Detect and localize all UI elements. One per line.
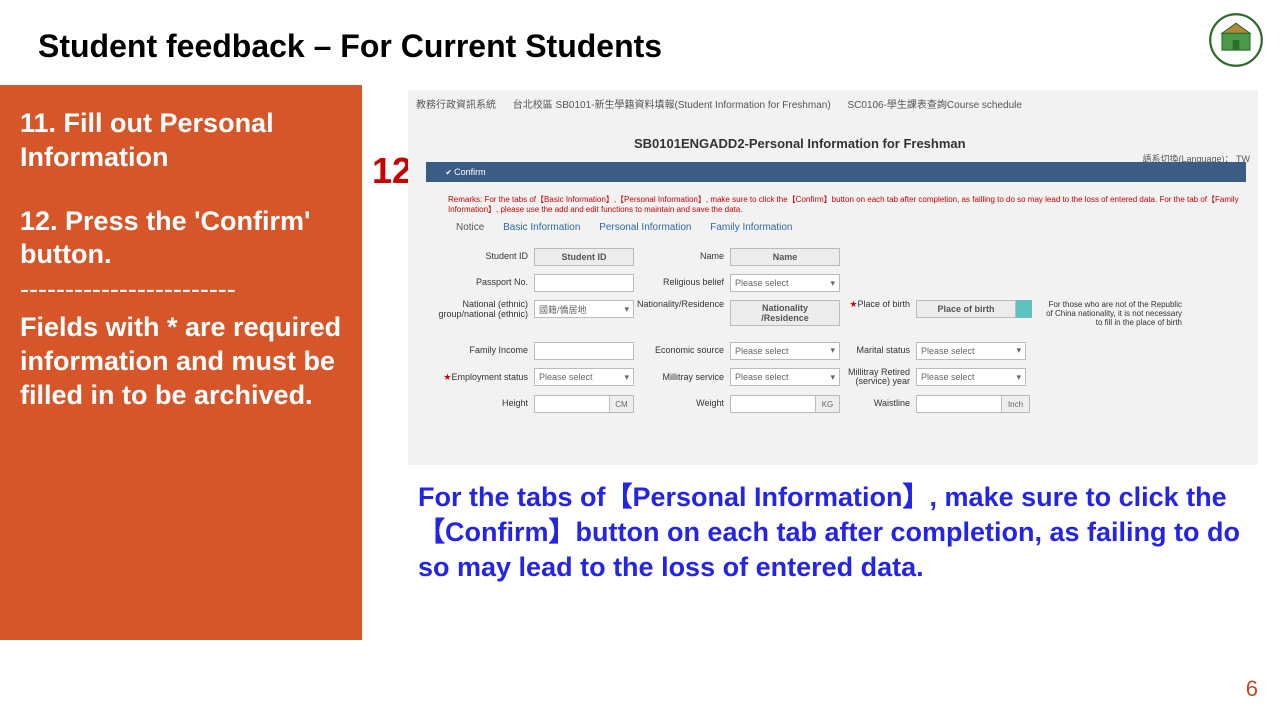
step-12-text: 12. Press the 'Confirm' button. bbox=[20, 205, 342, 273]
field-student-id: Student ID bbox=[534, 248, 634, 266]
slide: Student feedback – For Current Students … bbox=[0, 0, 1280, 720]
remarks-text: Remarks: For the tabs of【Basic Informati… bbox=[448, 195, 1248, 216]
label-height: Height bbox=[438, 399, 528, 409]
label-nat-res: Nationality/Residence bbox=[634, 300, 724, 310]
label-ethnic: National (ethnic) group/national (ethnic… bbox=[438, 300, 528, 320]
form-area: Student ID Student ID Name Name Passport… bbox=[438, 248, 1248, 421]
tab-family-information[interactable]: Family Information bbox=[710, 222, 792, 233]
unit-cm: CM bbox=[610, 395, 634, 413]
instruction-paragraph: For the tabs of【Personal Information】, m… bbox=[418, 480, 1243, 585]
label-place-of-birth: ★Place of birth bbox=[840, 300, 910, 310]
select-military-retired[interactable]: Please select bbox=[916, 368, 1026, 386]
divider-dashes: ------------------------ bbox=[20, 274, 342, 305]
instruction-sidebar: 11. Fill out Personal Information 12. Pr… bbox=[0, 85, 362, 640]
confirm-button[interactable]: Confirm bbox=[438, 164, 493, 180]
label-religion: Religious belief bbox=[634, 278, 724, 288]
field-family-income[interactable] bbox=[534, 342, 634, 360]
field-place-of-birth[interactable]: Place of birth bbox=[916, 300, 1016, 318]
tab-notice[interactable]: Notice bbox=[456, 222, 484, 233]
field-waistline[interactable] bbox=[916, 395, 1002, 413]
select-ethnic[interactable]: 國籍/僑居地 bbox=[534, 300, 634, 318]
field-nat-res: Nationality /Residence bbox=[730, 300, 840, 326]
label-military-retired: Millitray Retired (service) year bbox=[840, 368, 910, 388]
breadcrumb-mid: 台北校區 SB0101-新生學籍資料填報(Student Information… bbox=[513, 100, 831, 111]
breadcrumb-system: 教務行政資訊系統 bbox=[416, 100, 496, 111]
breadcrumb-right: SC0106-學生課表查詢Course schedule bbox=[847, 100, 1022, 111]
select-marital[interactable]: Please select bbox=[916, 342, 1026, 360]
label-economic-source: Economic source bbox=[634, 346, 724, 356]
label-student-id: Student ID bbox=[438, 252, 528, 262]
label-passport: Passport No. bbox=[438, 278, 528, 288]
university-logo bbox=[1208, 12, 1264, 68]
tab-personal-information[interactable]: Personal Information bbox=[599, 222, 691, 233]
callout-number-12: 12 bbox=[372, 150, 412, 192]
select-religion[interactable]: Please select bbox=[730, 274, 840, 292]
slide-title: Student feedback – For Current Students bbox=[38, 28, 662, 65]
tab-basic-information[interactable]: Basic Information bbox=[503, 222, 580, 233]
select-economic-source[interactable]: Please select bbox=[730, 342, 840, 360]
toolbar bbox=[426, 162, 1246, 182]
breadcrumb: 教務行政資訊系統 台北校區 SB0101-新生學籍資料填報(Student In… bbox=[416, 96, 1036, 111]
page-number: 6 bbox=[1246, 676, 1258, 702]
required-fields-note: Fields with * are required information a… bbox=[20, 311, 342, 412]
label-weight: Weight bbox=[634, 399, 724, 409]
unit-inch: Inch bbox=[1002, 395, 1030, 413]
form-heading: SB0101ENGADD2-Personal Information for F… bbox=[634, 136, 966, 151]
field-name: Name bbox=[730, 248, 840, 266]
select-employment[interactable]: Please select bbox=[534, 368, 634, 386]
step-11-text: 11. Fill out Personal Information bbox=[20, 107, 342, 175]
label-family-income: Family Income bbox=[438, 346, 528, 356]
tabs-row: Notice Basic Information Personal Inform… bbox=[456, 222, 809, 233]
screenshot-panel: 教務行政資訊系統 台北校區 SB0101-新生學籍資料填報(Student In… bbox=[408, 90, 1258, 465]
label-name: Name bbox=[634, 252, 724, 262]
field-passport[interactable] bbox=[534, 274, 634, 292]
place-of-birth-picker-button[interactable] bbox=[1016, 300, 1032, 318]
label-employment: ★Employment status bbox=[438, 373, 528, 383]
select-military[interactable]: Please select bbox=[730, 368, 840, 386]
help-place-of-birth: For those who are not of the Republic of… bbox=[1042, 300, 1182, 328]
field-weight[interactable] bbox=[730, 395, 816, 413]
label-marital: Marital status bbox=[840, 346, 910, 356]
label-military: Millitray service bbox=[634, 373, 724, 383]
field-height[interactable] bbox=[534, 395, 610, 413]
label-waistline: Waistline bbox=[840, 399, 910, 409]
unit-kg: KG bbox=[816, 395, 840, 413]
